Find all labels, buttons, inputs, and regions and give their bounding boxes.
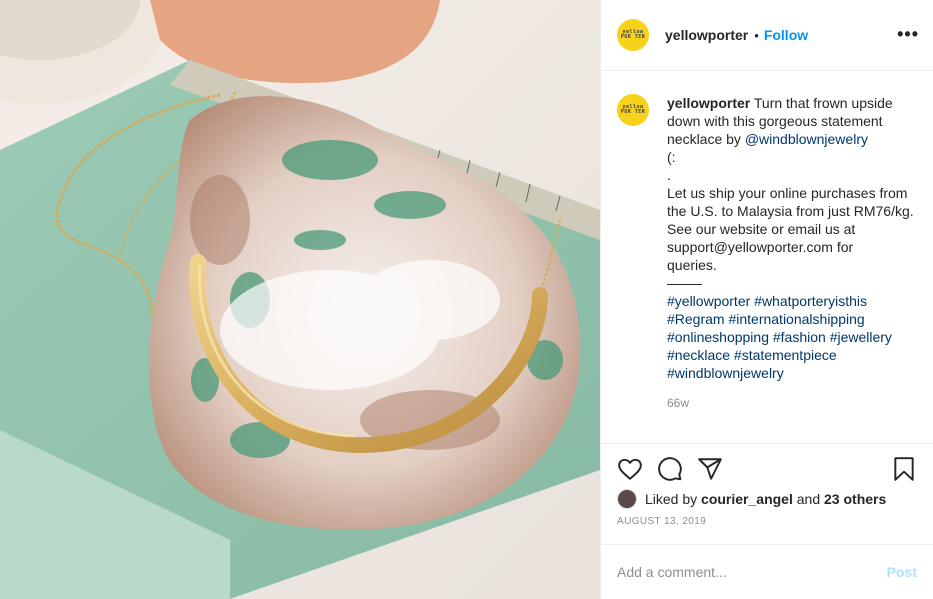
liked-by: Liked by courier_angel and 23 others <box>617 489 917 509</box>
caption-text-line1: Turn that frown upside <box>753 95 893 111</box>
caption-avatar-logo: yellow POR TER <box>620 104 646 115</box>
post-comment-button[interactable]: Post <box>887 564 917 580</box>
action-icons <box>617 444 917 494</box>
hashtag-line[interactable]: #windblownjewelry <box>667 364 919 382</box>
liker-avatar[interactable] <box>617 489 637 509</box>
caption-text-line9: support@yellowporter.com for <box>667 239 854 255</box>
caption-row: yellow POR TER yellowporter Turn that fr… <box>617 94 919 412</box>
separator-dot: • <box>754 27 759 43</box>
hashtag-line[interactable]: #Regram #internationalshipping <box>667 310 919 328</box>
comment-icon[interactable] <box>657 456 683 482</box>
caption-text-line10: queries. <box>667 257 717 273</box>
caption-text: yellowporter Turn that frown upside down… <box>667 94 919 412</box>
caption-divider: ⎯⎯⎯⎯⎯ <box>667 275 702 291</box>
post-date[interactable]: AUGUST 13, 2019 <box>617 516 917 527</box>
hashtag-line[interactable]: #onlineshopping #fashion #jewellery <box>667 328 919 346</box>
caption-text-line8: See our website or email us at <box>667 221 856 237</box>
post-header: yellow POR TER yellowporter • Follow ••• <box>601 0 933 71</box>
liked-by-prefix: Liked by <box>645 491 698 507</box>
instagram-post-view: yellow POR TER yellowporter • Follow •••… <box>0 0 933 599</box>
caption-text-line5: . <box>667 167 671 183</box>
comment-input[interactable]: Add a comment... <box>617 564 887 580</box>
liked-by-user[interactable]: courier_angel <box>701 491 793 507</box>
post-photo[interactable] <box>0 0 600 599</box>
likes-others-count[interactable]: 23 others <box>824 491 886 507</box>
caption-text-line4: (: <box>667 149 676 165</box>
post-actions: Liked by courier_angel and 23 others AUG… <box>601 443 933 544</box>
caption-avatar[interactable]: yellow POR TER <box>617 94 649 126</box>
mention-link[interactable]: @windblownjewelry <box>745 131 868 147</box>
post-side-panel: yellow POR TER yellowporter • Follow •••… <box>600 0 933 599</box>
caption-time-ago[interactable]: 66w <box>667 394 919 412</box>
more-options-icon[interactable]: ••• <box>897 25 919 43</box>
heart-icon[interactable] <box>617 456 643 482</box>
bookmark-icon[interactable] <box>891 456 917 482</box>
caption-area: yellow POR TER yellowporter Turn that fr… <box>601 72 933 443</box>
liked-by-and: and <box>796 491 821 507</box>
necklace-on-rock-image <box>0 0 600 599</box>
follow-button[interactable]: Follow <box>764 27 808 43</box>
header-username[interactable]: yellowporter <box>665 27 748 43</box>
caption-username[interactable]: yellowporter <box>667 95 750 111</box>
caption-line: necklace by @windblownjewelry <box>667 130 919 148</box>
caption-text-line2: down with this gorgeous statement <box>667 113 883 129</box>
comment-bar: Add a comment... Post <box>601 544 933 599</box>
share-icon[interactable] <box>697 456 723 482</box>
avatar[interactable]: yellow POR TER <box>617 19 649 51</box>
caption-text-line7: the U.S. to Malaysia from just RM76/kg. <box>667 203 914 219</box>
caption-line: yellowporter Turn that frown upside <box>667 94 919 112</box>
caption-text-line6: Let us ship your online purchases from <box>667 185 908 201</box>
avatar-logo: yellow POR TER <box>620 29 646 40</box>
hashtag-line[interactable]: #necklace #statementpiece <box>667 346 919 364</box>
hashtag-line[interactable]: #yellowporter #whatporteryisthis <box>667 292 919 310</box>
caption-text-line3: necklace by <box>667 131 745 147</box>
